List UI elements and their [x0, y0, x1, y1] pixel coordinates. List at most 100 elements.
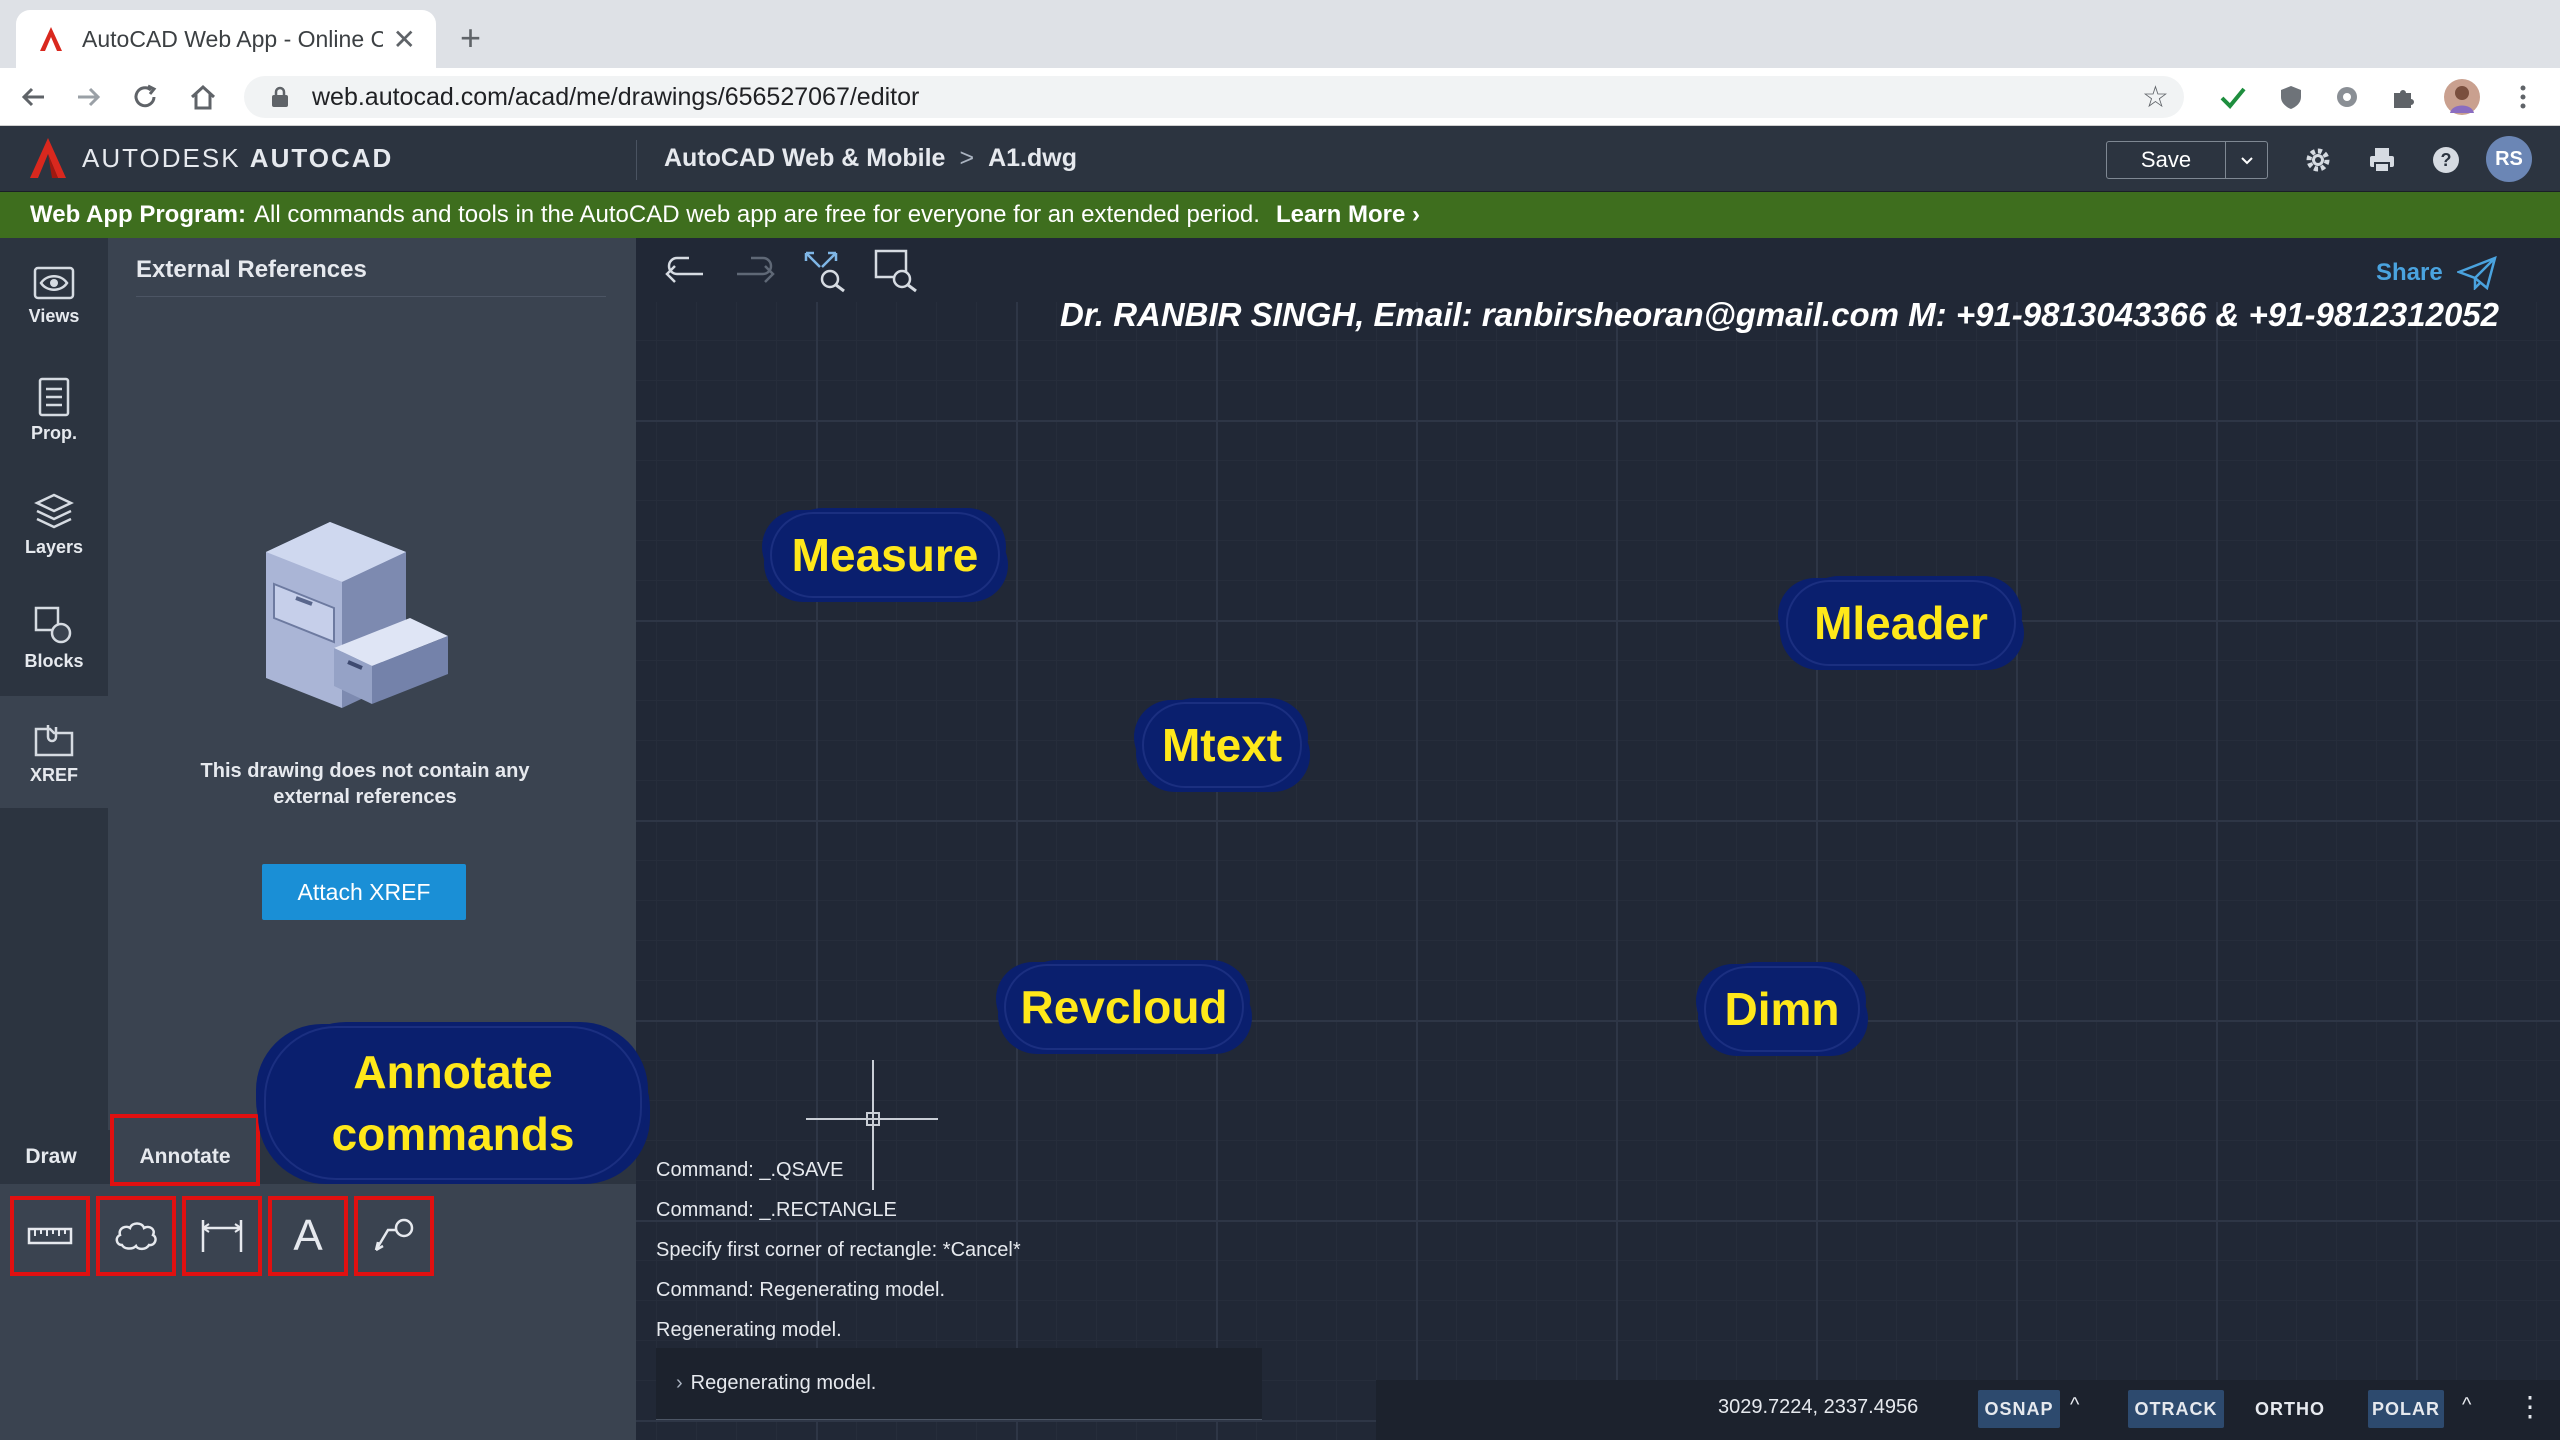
- dimension-tool-button[interactable]: [182, 1196, 262, 1276]
- save-button[interactable]: Save: [2106, 141, 2226, 179]
- header-divider: [636, 140, 637, 180]
- profile-avatar-icon[interactable]: [2444, 79, 2480, 115]
- share-button[interactable]: Share: [2376, 256, 2497, 290]
- measure-tool-button[interactable]: [10, 1196, 90, 1276]
- empty-message-line2: external references: [273, 786, 457, 808]
- panel-divider: [136, 296, 606, 297]
- callout-revcloud: Revcloud: [1006, 966, 1242, 1048]
- shield-extension-icon[interactable]: [2276, 82, 2306, 112]
- svg-text:?: ?: [2441, 150, 2452, 170]
- puzzle-extensions-icon[interactable]: [2388, 82, 2418, 112]
- brand-autocad: AUTOCAD: [249, 142, 394, 173]
- command-history-line: Command: _.QSAVE: [656, 1159, 844, 1181]
- command-line-input[interactable]: › Regenerating model.: [656, 1348, 1262, 1420]
- command-history-line: Specify first corner of rectangle: *Canc…: [656, 1239, 1021, 1261]
- text-tool-button[interactable]: A: [268, 1196, 348, 1276]
- help-icon[interactable]: ?: [2426, 140, 2466, 180]
- home-icon[interactable]: [186, 80, 220, 114]
- brand-autodesk: AUTODESK: [82, 142, 241, 173]
- leader-tool-button[interactable]: [354, 1196, 434, 1276]
- zoom-extents-icon[interactable]: [800, 248, 850, 294]
- browser-menu-icon[interactable]: [2508, 82, 2538, 112]
- osnap-options-caret-icon[interactable]: ^: [2070, 1394, 2079, 1417]
- rail-item-views[interactable]: Views: [0, 240, 108, 352]
- otrack-toggle[interactable]: OTRACK: [2128, 1390, 2224, 1428]
- callout-dimn: Dimn: [1706, 968, 1858, 1050]
- command-history-line: Command: _.RECTANGLE: [656, 1199, 897, 1221]
- browser-tab[interactable]: AutoCAD Web App - Online CA ✕: [16, 10, 436, 68]
- empty-message-line1: This drawing does not contain any: [200, 760, 530, 782]
- osnap-toggle[interactable]: OSNAP: [1978, 1390, 2060, 1428]
- revcloud-tool-button[interactable]: [96, 1196, 176, 1276]
- chevron-down-icon: [2240, 157, 2253, 165]
- send-icon: [2456, 256, 2497, 290]
- checkmark-extension-icon[interactable]: [2218, 82, 2248, 112]
- tab-close-icon[interactable]: ✕: [393, 23, 416, 56]
- status-more-icon[interactable]: ⋮: [2516, 1390, 2544, 1423]
- rail-label: Prop.: [30, 422, 77, 443]
- callout-annotate-line2: commands: [331, 1108, 575, 1160]
- leader-icon: [374, 1218, 414, 1252]
- callout-dimn-text: Dimn: [1724, 983, 1840, 1035]
- revcloud-icon: [115, 1222, 157, 1251]
- rail-item-blocks[interactable]: Blocks: [0, 582, 108, 694]
- polar-toggle[interactable]: POLAR: [2368, 1390, 2444, 1428]
- ortho-toggle[interactable]: ORTHO: [2248, 1390, 2332, 1428]
- autocad-favicon-icon: [40, 27, 62, 51]
- rail-label: Layers: [24, 536, 84, 557]
- command-prompt-chevron-icon: ›: [676, 1372, 683, 1394]
- zoom-window-icon[interactable]: [872, 248, 922, 294]
- callout-mtext-text: Mtext: [1161, 719, 1283, 771]
- command-history-line: Regenerating model.: [656, 1319, 842, 1341]
- tab-draw[interactable]: Draw: [0, 1130, 102, 1184]
- callout-measure: Measure: [772, 514, 998, 596]
- undo-icon[interactable]: [660, 248, 710, 294]
- breadcrumb-root[interactable]: AutoCAD Web & Mobile: [664, 144, 945, 173]
- reload-icon[interactable]: [128, 80, 162, 114]
- browser-toolbar: web.autocad.com/acad/me/drawings/6565270…: [0, 68, 2560, 126]
- rail-item-xref[interactable]: XREF: [0, 696, 108, 808]
- eye-icon: [33, 266, 75, 299]
- rail-label: Blocks: [24, 650, 84, 671]
- save-dropdown-button[interactable]: [2226, 141, 2268, 179]
- back-icon[interactable]: [16, 80, 50, 114]
- attach-xref-button[interactable]: Attach XREF: [262, 864, 466, 920]
- autodesk-logo[interactable]: AUTODESK AUTOCAD: [28, 136, 393, 180]
- bookmark-star-icon[interactable]: ☆: [2142, 80, 2169, 115]
- rail-label: Views: [28, 305, 80, 326]
- annotate-tab-highlight: [110, 1114, 260, 1186]
- url-text: web.autocad.com/acad/me/drawings/6565270…: [312, 82, 920, 111]
- app-header: AUTODESK AUTOCAD AutoCAD Web & Mobile > …: [0, 126, 2560, 192]
- file-cabinet-illustration-icon: [266, 522, 448, 708]
- callout-mleader-text: Mleader: [1814, 597, 1988, 649]
- print-icon[interactable]: [2362, 140, 2402, 180]
- new-tab-button[interactable]: +: [460, 18, 481, 58]
- lock-icon: [272, 86, 288, 107]
- forward-icon[interactable]: [72, 80, 106, 114]
- command-line-text: Regenerating model.: [690, 1372, 877, 1394]
- web-app-program-banner: Web App Program: All commands and tools …: [0, 192, 2560, 238]
- breadcrumb: AutoCAD Web & Mobile > A1.dwg: [664, 144, 1077, 173]
- user-avatar[interactable]: RS: [2486, 136, 2532, 182]
- rail-item-layers[interactable]: Layers: [0, 468, 108, 580]
- gear-extension-icon[interactable]: [2332, 82, 2362, 112]
- blocks-icon: [34, 606, 72, 643]
- settings-gear-icon[interactable]: [2298, 140, 2338, 180]
- callout-measure-text: Measure: [791, 529, 979, 581]
- callout-revcloud-text: Revcloud: [1020, 981, 1228, 1033]
- redo-icon[interactable]: [730, 248, 780, 294]
- measure-icon: [27, 1227, 73, 1245]
- breadcrumb-separator: >: [959, 144, 975, 172]
- dimension-icon: [201, 1220, 243, 1252]
- callout-mleader: Mleader: [1788, 582, 2014, 664]
- rail-label: XREF: [29, 764, 78, 785]
- breadcrumb-file: A1.dwg: [988, 144, 1077, 172]
- command-history-line: Command: Regenerating model.: [656, 1279, 946, 1301]
- rail-item-properties[interactable]: Prop.: [0, 354, 108, 466]
- layers-icon: [34, 493, 74, 528]
- callout-mtext: Mtext: [1144, 704, 1300, 786]
- banner-text: All commands and tools in the AutoCAD we…: [254, 201, 1260, 228]
- polar-options-caret-icon[interactable]: ^: [2462, 1394, 2471, 1417]
- address-bar[interactable]: web.autocad.com/acad/me/drawings/6565270…: [244, 76, 2184, 118]
- learn-more-link[interactable]: Learn More ›: [1276, 201, 1420, 229]
